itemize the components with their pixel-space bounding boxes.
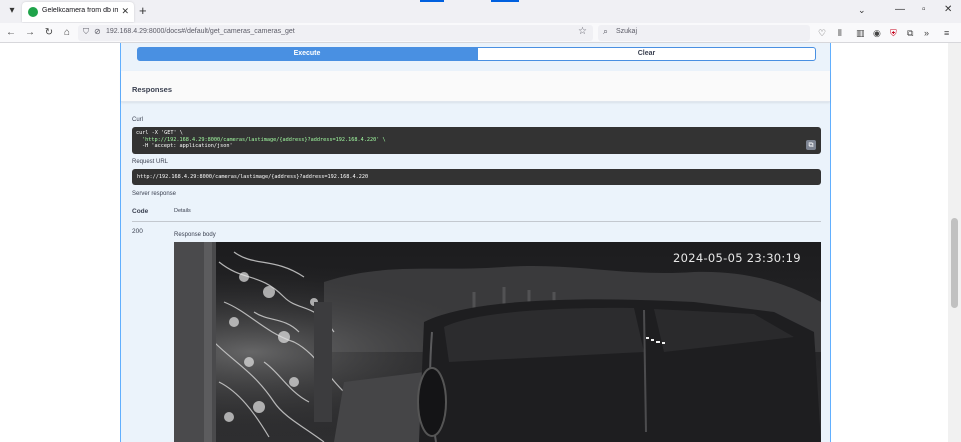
overflow-icon[interactable]: » [924, 27, 929, 39]
code-column-header: Code [132, 208, 149, 215]
curl-label: Curl [132, 117, 144, 123]
request-url-block[interactable]: http://192.168.4.29:8000/cameras/lastima… [132, 169, 821, 185]
copy-icon[interactable]: ⧉ [806, 140, 816, 150]
home-icon[interactable]: ⌂ [60, 26, 74, 40]
star-icon[interactable]: ☆ [578, 26, 587, 37]
library-icon[interactable]: ⫴ [838, 27, 842, 39]
favicon-icon [28, 7, 38, 17]
chevron-down-icon[interactable]: ⌄ [858, 5, 866, 16]
back-arrow-icon[interactable]: ← [4, 26, 18, 40]
camera-night-scene [174, 242, 821, 442]
shield-icon[interactable]: ⛉ [83, 27, 89, 37]
close-icon[interactable]: ✕ [121, 6, 129, 16]
camera-image: 2024-05-05 23:30:19 [174, 242, 821, 442]
lock-icon[interactable]: ⊘ [94, 27, 101, 36]
menu-icon[interactable]: ≡ [944, 27, 949, 39]
close-icon[interactable]: ✕ [944, 4, 952, 15]
tab-title: Gelelkcamera from db image [42, 7, 118, 14]
url-text[interactable]: 192.168.4.29:8000/docs#/default/get_came… [106, 28, 295, 35]
responses-header: Responses [121, 71, 830, 102]
operation-block: Execute Clear Responses Curl curl -X 'GE… [120, 43, 831, 442]
request-url-label: Request URL [132, 159, 169, 165]
page-scrollbar[interactable] [948, 43, 961, 442]
nav-toolbar: ← → ↻ ⌂ ⛉ ⊘ 192.168.4.29:8000/docs#/defa… [0, 23, 961, 43]
minimize-icon[interactable]: — [895, 4, 905, 15]
search-bar[interactable]: ⌕ Szukaj [598, 25, 810, 41]
search-icon: ⌕ [603, 26, 609, 36]
restore-icon[interactable]: ▫ [922, 4, 926, 15]
execute-button[interactable]: Execute [137, 47, 477, 61]
pocket-icon[interactable]: ♡ [818, 27, 826, 39]
sidebar-icon[interactable]: ▥ [856, 27, 865, 39]
plus-icon[interactable]: + [139, 3, 147, 19]
extension-icon[interactable]: ⛨ [890, 27, 897, 39]
search-placeholder: Szukaj [616, 28, 638, 35]
tab-bar: ▾ Gelelkcamera from db image ✕ + ⌄ — ▫ ✕ [0, 0, 961, 23]
address-bar[interactable]: ⛉ ⊘ 192.168.4.29:8000/docs#/default/get_… [78, 25, 593, 41]
curl-code-block[interactable]: curl -X 'GET' \ 'http://192.168.4.29:800… [132, 127, 821, 154]
browser-tab[interactable]: Gelelkcamera from db image ✕ [22, 2, 134, 22]
details-column-header: Details [174, 208, 191, 214]
server-response-label: Server response [132, 191, 177, 197]
table-divider [132, 221, 821, 222]
tab-accent [420, 0, 444, 2]
clear-button[interactable]: Clear [477, 47, 816, 61]
forward-arrow-icon[interactable]: → [23, 26, 37, 40]
reload-icon[interactable]: ↻ [42, 26, 56, 40]
page-content: Execute Clear Responses Curl curl -X 'GE… [0, 43, 961, 442]
addon-icon[interactable]: ⧉ [907, 27, 913, 39]
responses-title: Responses [132, 85, 173, 94]
status-code: 200 [132, 228, 143, 235]
curl-line: -H 'accept: application/json' [142, 143, 233, 149]
response-body-label: Response body [174, 232, 216, 238]
account-icon[interactable]: ◉ [873, 27, 881, 39]
scrollbar-thumb[interactable] [951, 218, 958, 308]
tab-list-icon[interactable]: ▾ [5, 4, 19, 18]
tab-accent [491, 0, 519, 2]
camera-timestamp: 2024-05-05 23:30:19 [673, 251, 801, 265]
